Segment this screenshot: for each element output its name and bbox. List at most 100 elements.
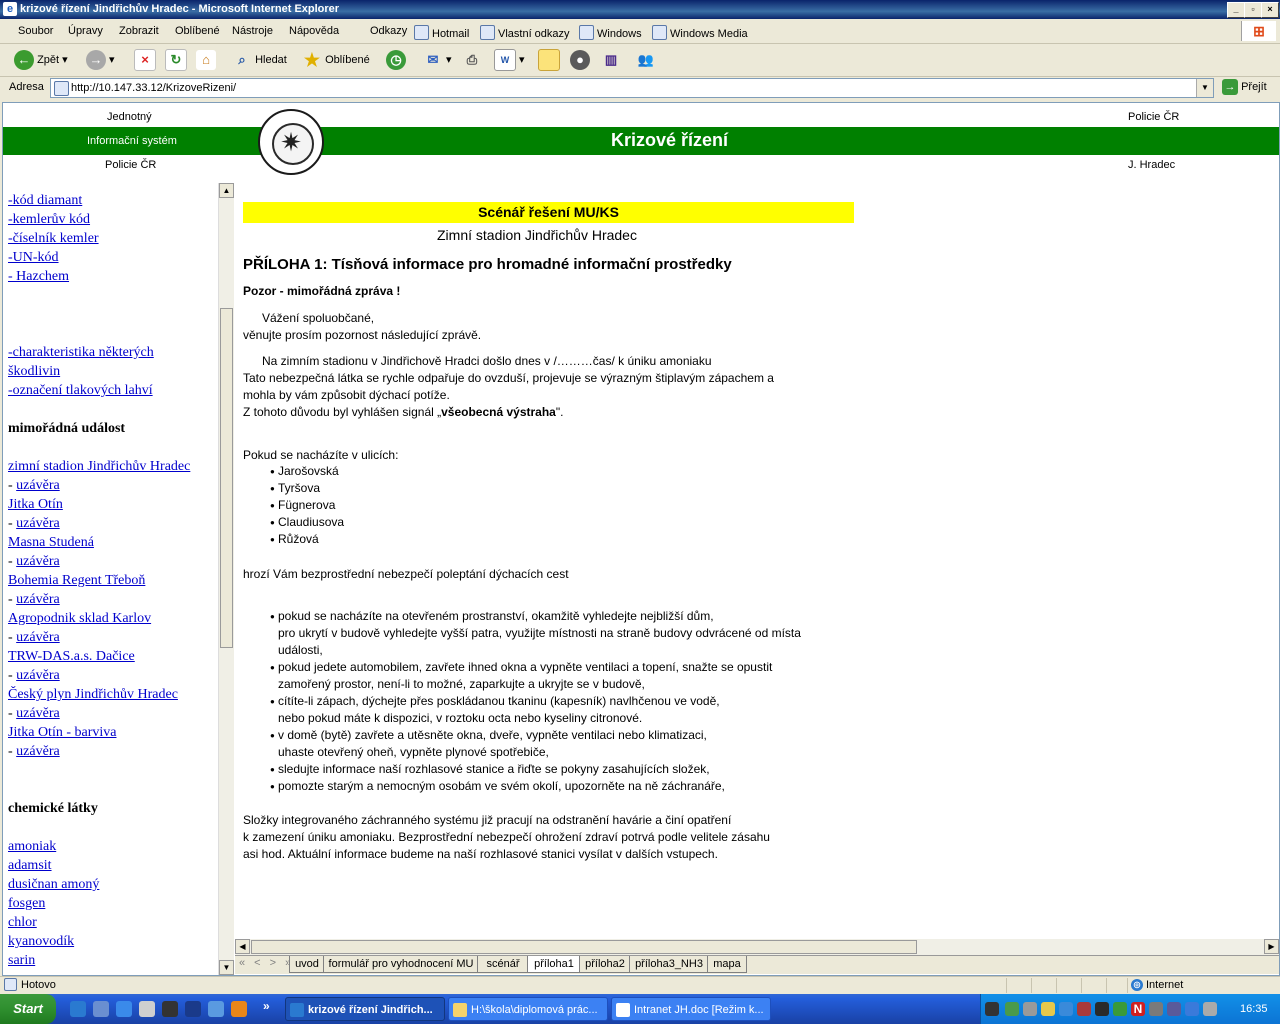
nav-event-link[interactable]: Masna Studená (8, 535, 94, 551)
nav-link-skodlivin[interactable]: škodlivin (8, 364, 60, 380)
nav-chem-link[interactable]: dusičnan amoný (8, 877, 99, 893)
scroll-down-icon[interactable]: ▼ (219, 960, 234, 975)
tray-icon[interactable] (1023, 1002, 1037, 1016)
nav-link-kemleruv-kod[interactable]: -kemlerův kód (8, 212, 90, 228)
tray-icon[interactable] (1077, 1002, 1091, 1016)
menu-view[interactable]: Zobrazit (119, 25, 159, 37)
closure-link[interactable]: uzávěra (16, 744, 60, 759)
closure-link[interactable]: uzávěra (16, 554, 60, 569)
nav-event-link[interactable]: Agropodnik sklad Karlov (8, 611, 151, 627)
link-windows-media[interactable]: Windows Media (652, 25, 748, 40)
nav-chem-link[interactable]: kyanovodík (8, 934, 74, 950)
nav-event-closure[interactable]: - uzávěra (8, 630, 60, 646)
back-button[interactable]: ← Zpět ▾ (14, 48, 68, 72)
app-icon[interactable] (162, 1001, 178, 1017)
close-button[interactable]: × (1261, 2, 1279, 18)
scroll-right-icon[interactable]: ▶ (1264, 939, 1279, 954)
nav-link-kod-diamant[interactable]: -kód diamant (8, 193, 82, 209)
nav-chem-link[interactable]: fosgen (8, 896, 45, 912)
nav-link-un-kod[interactable]: -UN-kód (8, 250, 59, 266)
media-player-icon[interactable] (208, 1001, 224, 1017)
nav-chem-link[interactable]: sarin (8, 953, 35, 969)
minimize-button[interactable]: _ (1227, 2, 1245, 18)
tray-icon[interactable] (1167, 1002, 1181, 1016)
forward-button[interactable]: → ▾ (86, 48, 115, 72)
messenger-icon[interactable] (116, 1001, 132, 1017)
nav-event-closure[interactable]: - uzávěra (8, 516, 60, 532)
tray-icon[interactable] (1149, 1002, 1163, 1016)
closure-link[interactable]: uzávěra (16, 706, 60, 721)
tray-icon[interactable] (1041, 1002, 1055, 1016)
nav-chem-link[interactable]: chlor (8, 915, 37, 931)
chevron-down-icon[interactable]: ▼ (1196, 79, 1213, 97)
nav-event-link[interactable]: TRW-DAS.a.s. Dačice (8, 649, 135, 665)
nav-event-closure[interactable]: - uzávěra (8, 744, 60, 760)
tab-priloha2[interactable]: příloha2 (579, 956, 631, 973)
app-icon[interactable] (185, 1001, 201, 1017)
tray-icon[interactable] (1095, 1002, 1109, 1016)
nav-link-hazchem[interactable]: - Hazchem (8, 269, 69, 285)
tab-formular[interactable]: formulář pro vyhodnocení MU (323, 956, 479, 973)
scroll-up-icon[interactable]: ▲ (219, 183, 234, 198)
go-button[interactable]: → Přejít (1222, 79, 1267, 95)
tab-priloha3-nh3[interactable]: příloha3_NH3 (629, 956, 709, 973)
nav-event-link[interactable]: zimní stadion Jindřichův Hradec (8, 459, 190, 475)
history-button[interactable]: ◷ (386, 48, 406, 72)
menu-file[interactable]: Soubor (18, 25, 53, 37)
link-custom[interactable]: Vlastní odkazy (480, 25, 570, 40)
stop-button[interactable]: × (134, 48, 156, 72)
tray-icon[interactable] (1113, 1002, 1127, 1016)
antivirus-icon[interactable]: N (1131, 1002, 1145, 1016)
closure-link[interactable]: uzávěra (16, 478, 60, 493)
search-button[interactable]: ⌕ Hledat (232, 48, 287, 72)
maximize-button[interactable]: ▫ (1244, 2, 1262, 18)
edit-button[interactable]: W ▾ (494, 48, 525, 72)
address-input[interactable]: http://10.147.33.12/KrizoveRizeni/ ▼ (50, 78, 1214, 98)
closure-link[interactable]: uzávěra (16, 516, 60, 531)
link-hotmail[interactable]: Hotmail (414, 25, 469, 40)
messenger-button[interactable]: ● (570, 48, 590, 72)
research-button[interactable]: ▥ (601, 48, 621, 72)
vlc-icon[interactable] (231, 1001, 247, 1017)
menu-help[interactable]: Nápověda (289, 25, 339, 37)
tab-uvod[interactable]: uvod (289, 956, 325, 973)
tray-icon[interactable] (1005, 1002, 1019, 1016)
task-ie[interactable]: krizové řízení Jindřich... (285, 997, 445, 1021)
closure-link[interactable]: uzávěra (16, 668, 60, 683)
language-icon[interactable] (985, 1002, 999, 1016)
nav-event-link[interactable]: Jitka Otín - barviva (8, 725, 116, 741)
mail-button[interactable]: ✉ ▾ (423, 48, 452, 72)
scroll-thumb[interactable] (251, 940, 917, 954)
link-windows[interactable]: Windows (579, 25, 642, 40)
tab-scenar[interactable]: scénář (477, 956, 529, 973)
nav-event-link[interactable]: Český plyn Jindřichův Hradec (8, 687, 178, 703)
ie-icon[interactable] (70, 1001, 86, 1017)
print-button[interactable]: ⎙ (462, 48, 482, 72)
task-word[interactable]: Intranet JH.doc [Režim k... (611, 997, 771, 1021)
task-folder[interactable]: H:\škola\diplomová prác... (448, 997, 608, 1021)
nav-event-link[interactable]: Bohemia Regent Třeboň (8, 573, 145, 589)
home-button[interactable]: ⌂ (196, 48, 216, 72)
more-icon[interactable]: » (263, 999, 270, 1013)
contacts-button[interactable]: 👥 (636, 48, 656, 72)
nav-event-closure[interactable]: - uzávěra (8, 478, 60, 494)
tray-icon[interactable] (1059, 1002, 1073, 1016)
discuss-button[interactable] (538, 48, 560, 72)
network-icon[interactable] (1185, 1002, 1199, 1016)
closure-link[interactable]: uzávěra (16, 630, 60, 645)
menu-tools[interactable]: Nástroje (232, 25, 273, 37)
nav-event-closure[interactable]: - uzávěra (8, 554, 60, 570)
nav-chem-link[interactable]: amoniak (8, 839, 56, 855)
media-icon[interactable] (139, 1001, 155, 1017)
scroll-thumb[interactable] (220, 308, 233, 648)
closure-link[interactable]: uzávěra (16, 592, 60, 607)
nav-event-closure[interactable]: - uzávěra (8, 592, 60, 608)
start-button[interactable]: Start (0, 994, 56, 1024)
horizontal-scrollbar[interactable]: ◀ ▶ (235, 939, 1279, 955)
tab-navigation[interactable]: « < > » (239, 957, 294, 969)
nav-link-charakteristika[interactable]: -charakteristika některých (8, 345, 154, 361)
nav-link-tlakove-lahve[interactable]: -označení tlakových lahví (8, 383, 153, 399)
menu-favorites[interactable]: Oblíbené (175, 25, 220, 37)
menu-edit[interactable]: Úpravy (68, 25, 103, 37)
nav-event-closure[interactable]: - uzávěra (8, 668, 60, 684)
